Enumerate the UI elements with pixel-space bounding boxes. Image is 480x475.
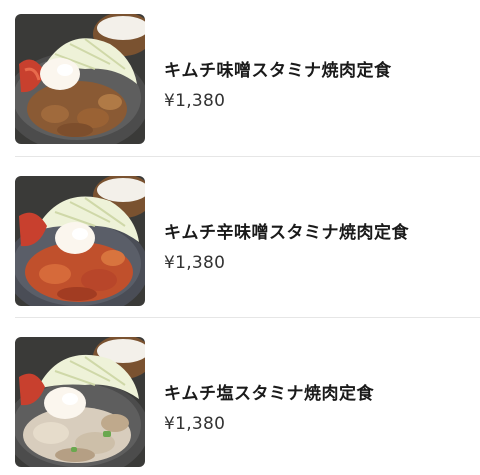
menu-item-name: キムチ味噌スタミナ焼肉定食: [164, 61, 392, 81]
menu-item-kimchi-spicy-miso[interactable]: キムチ辛味噌スタミナ焼肉定食 ¥1,380: [0, 162, 480, 323]
menu-item-price: ¥1,380: [164, 414, 226, 434]
menu-item-price: ¥1,380: [164, 253, 226, 273]
menu-item-kimchi-miso[interactable]: キムチ味噌スタミナ焼肉定食 ¥1,380: [0, 0, 480, 161]
menu-item-photo[interactable]: [15, 14, 145, 144]
food-photo-icon: [15, 337, 145, 467]
menu-item-name: キムチ辛味噌スタミナ焼肉定食: [164, 223, 409, 243]
divider: [15, 317, 480, 318]
food-photo-icon: [15, 176, 145, 306]
menu-item-kimchi-salt[interactable]: キムチ塩スタミナ焼肉定食 ¥1,380: [0, 323, 480, 475]
menu-item-name: キムチ塩スタミナ焼肉定食: [164, 384, 374, 404]
menu-item-photo[interactable]: [15, 176, 145, 306]
menu-item-photo[interactable]: [15, 337, 145, 467]
menu-list: キムチ味噌スタミナ焼肉定食 ¥1,380 キムチ辛味噌スタミナ焼肉定食 ¥1,3…: [0, 0, 480, 475]
food-photo-icon: [15, 14, 145, 144]
divider: [15, 156, 480, 157]
menu-item-price: ¥1,380: [164, 91, 226, 111]
